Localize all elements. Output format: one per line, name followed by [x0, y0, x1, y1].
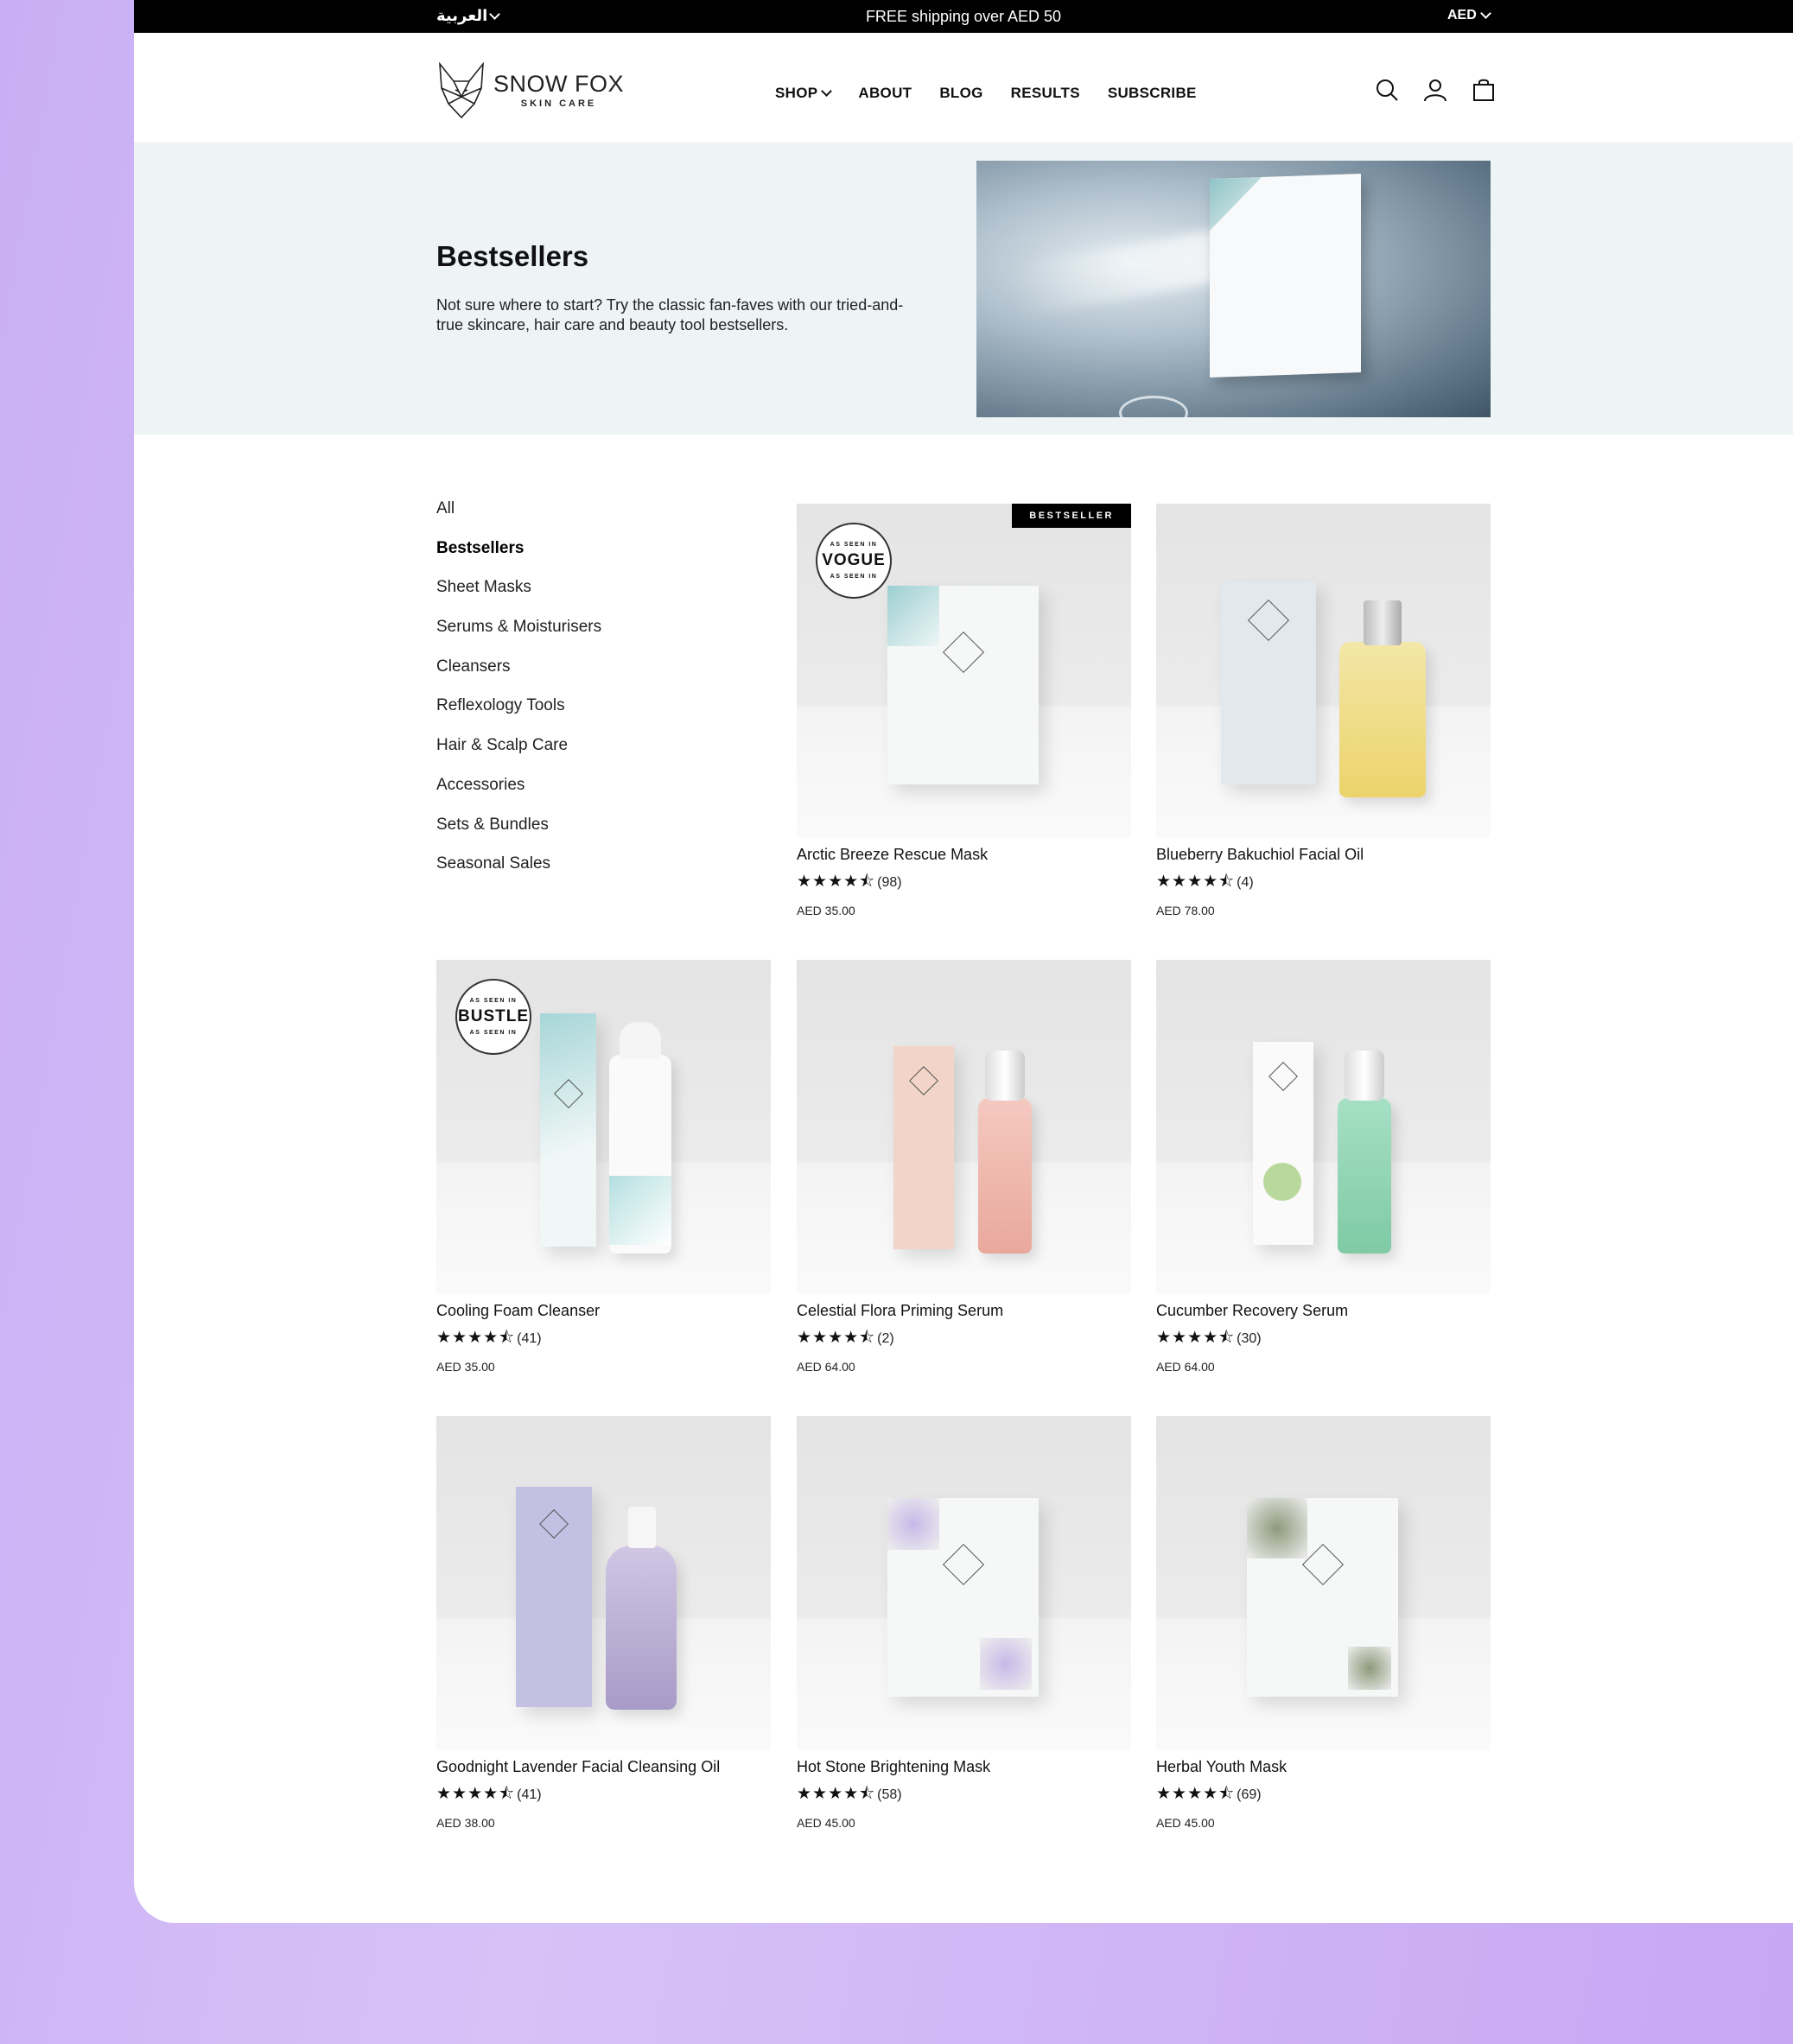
- product-price: AED 45.00: [797, 1816, 855, 1830]
- product-card[interactable]: Celestial Flora Priming Serum ★★★★⯪ (2) A…: [797, 960, 1131, 1374]
- product-name[interactable]: Cooling Foam Cleanser: [436, 1302, 771, 1320]
- product-card[interactable]: Cucumber Recovery Serum ★★★★⯪ (30) AED 64…: [1156, 960, 1491, 1374]
- currency-selector[interactable]: AED: [1447, 8, 1491, 23]
- page-title: Bestsellers: [436, 240, 589, 272]
- product-price: AED 64.00: [797, 1360, 855, 1374]
- product-rating: ★★★★⯪ (58): [797, 1781, 1131, 1809]
- filter-sheet-masks[interactable]: Sheet Masks: [436, 578, 601, 618]
- star-rating-icon: ★★★★⯪: [1156, 1329, 1236, 1347]
- product-rating: ★★★★⯪ (30): [1156, 1325, 1491, 1353]
- product-name[interactable]: Arctic Breeze Rescue Mask: [797, 846, 1131, 864]
- product-price: AED 35.00: [436, 1360, 495, 1374]
- star-rating-icon: ★★★★⯪: [1156, 873, 1236, 891]
- star-rating-icon: ★★★★⯪: [797, 1329, 876, 1347]
- filter-bestsellers[interactable]: Bestsellers: [436, 539, 601, 579]
- vogue-seal: AS SEEN IN VOGUE AS SEEN IN: [816, 523, 892, 599]
- product-name[interactable]: Goodnight Lavender Facial Cleansing Oil: [436, 1758, 771, 1776]
- filter-seasonal-sales[interactable]: Seasonal Sales: [436, 854, 601, 894]
- product-card[interactable]: Goodnight Lavender Facial Cleansing Oil …: [436, 1416, 771, 1830]
- star-rating-icon: ★★★★⯪: [1156, 1785, 1236, 1803]
- product-card[interactable]: Herbal Youth Mask ★★★★⯪ (69) AED 45.00: [1156, 1416, 1491, 1830]
- product-name[interactable]: Blueberry Bakuchiol Facial Oil: [1156, 846, 1491, 864]
- nav-subscribe[interactable]: SUBSCRIBE: [1108, 85, 1197, 102]
- product-name[interactable]: Celestial Flora Priming Serum: [797, 1302, 1131, 1320]
- filter-all[interactable]: All: [436, 499, 601, 539]
- search-icon[interactable]: [1375, 78, 1399, 102]
- promo-text: FREE shipping over AED 50: [865, 8, 1062, 25]
- header-icons: [1375, 78, 1496, 102]
- product-rating: ★★★★⯪ (41): [436, 1781, 771, 1809]
- chevron-down-icon: [821, 86, 833, 97]
- product-image[interactable]: BESTSELLER AS SEEN IN VOGUE AS SEEN IN: [797, 504, 1131, 838]
- product-rating: ★★★★⯪ (69): [1156, 1781, 1491, 1809]
- product-price: AED 78.00: [1156, 904, 1215, 917]
- chevron-down-icon: [1479, 8, 1491, 19]
- product-image[interactable]: [1156, 960, 1491, 1294]
- product-rating: ★★★★⯪ (2): [797, 1325, 1131, 1353]
- product-rating: ★★★★⯪ (4): [1156, 869, 1491, 897]
- filter-hair-scalp-care[interactable]: Hair & Scalp Care: [436, 736, 601, 776]
- product-name[interactable]: Herbal Youth Mask: [1156, 1758, 1491, 1776]
- bustle-seal: AS SEEN IN BUSTLE AS SEEN IN: [455, 979, 531, 1055]
- product-image[interactable]: [1156, 504, 1491, 838]
- collection-hero: Bestsellers Not sure where to start? Try…: [134, 143, 1793, 435]
- star-rating-icon: ★★★★⯪: [436, 1329, 516, 1347]
- nav-blog[interactable]: BLOG: [939, 85, 982, 102]
- filter-accessories[interactable]: Accessories: [436, 776, 601, 816]
- star-rating-icon: ★★★★⯪: [797, 873, 876, 891]
- product-card[interactable]: Hot Stone Brightening Mask ★★★★⯪ (58) AED…: [797, 1416, 1131, 1830]
- hero-image: [976, 161, 1491, 417]
- product-price: AED 35.00: [797, 904, 855, 917]
- cart-icon[interactable]: [1472, 78, 1496, 102]
- bestseller-badge: BESTSELLER: [1012, 504, 1131, 528]
- product-card[interactable]: Blueberry Bakuchiol Facial Oil ★★★★⯪ (4) …: [1156, 504, 1491, 917]
- announcement-bar: العربية FREE shipping over AED 50 AED: [134, 0, 1793, 33]
- site-header: SNOW FOX SKIN CARE SHOP ABOUT BLOG RESUL…: [134, 33, 1793, 143]
- filter-sets-bundles[interactable]: Sets & Bundles: [436, 816, 601, 855]
- nav-about[interactable]: ABOUT: [858, 85, 912, 102]
- star-rating-icon: ★★★★⯪: [436, 1785, 516, 1803]
- product-price: AED 38.00: [436, 1816, 495, 1830]
- product-rating: ★★★★⯪ (98): [797, 869, 1131, 897]
- browser-window: العربية FREE shipping over AED 50 AED SN…: [134, 0, 1793, 1923]
- nav-results[interactable]: RESULTS: [1011, 85, 1080, 102]
- logo-wordmark: SNOW FOX SKIN CARE: [493, 71, 624, 109]
- product-card[interactable]: BESTSELLER AS SEEN IN VOGUE AS SEEN IN Arc…: [797, 504, 1131, 917]
- product-image[interactable]: AS SEEN IN BUSTLE AS SEEN IN: [436, 960, 771, 1294]
- filter-serums-moisturisers[interactable]: Serums & Moisturisers: [436, 618, 601, 657]
- nav-shop[interactable]: SHOP: [775, 85, 833, 102]
- filter-reflexology-tools[interactable]: Reflexology Tools: [436, 696, 601, 736]
- product-image[interactable]: [797, 1416, 1131, 1750]
- fox-logo-icon: [439, 62, 484, 119]
- account-icon[interactable]: [1423, 78, 1447, 102]
- product-image[interactable]: [436, 1416, 771, 1750]
- main-nav: SHOP ABOUT BLOG RESULTS SUBSCRIBE: [775, 85, 1197, 102]
- collection-filter-list: All Bestsellers Sheet Masks Serums & Moi…: [436, 499, 601, 894]
- filter-cleansers[interactable]: Cleansers: [436, 657, 601, 697]
- logo[interactable]: SNOW FOX SKIN CARE: [436, 62, 624, 119]
- currency-label: AED: [1447, 8, 1477, 22]
- product-name[interactable]: Cucumber Recovery Serum: [1156, 1302, 1491, 1320]
- product-price: AED 64.00: [1156, 1360, 1215, 1374]
- product-rating: ★★★★⯪ (41): [436, 1325, 771, 1353]
- collection-description: Not sure where to start? Try the classic…: [436, 296, 904, 333]
- product-card[interactable]: AS SEEN IN BUSTLE AS SEEN IN Cooling Foam …: [436, 960, 771, 1374]
- product-image[interactable]: [797, 960, 1131, 1294]
- product-image[interactable]: [1156, 1416, 1491, 1750]
- product-name[interactable]: Hot Stone Brightening Mask: [797, 1758, 1131, 1776]
- product-price: AED 45.00: [1156, 1816, 1215, 1830]
- star-rating-icon: ★★★★⯪: [797, 1785, 876, 1803]
